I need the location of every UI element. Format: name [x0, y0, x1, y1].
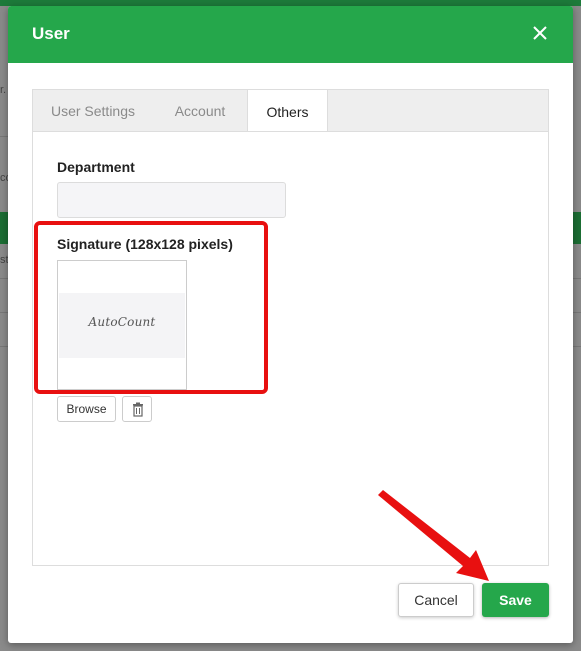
signature-handwriting: AutoCount: [88, 315, 156, 329]
tab-user-settings[interactable]: User Settings: [33, 90, 153, 133]
signature-label: Signature (128x128 pixels): [57, 236, 233, 252]
background-text: r.: [0, 84, 7, 96]
signature-image: AutoCount: [57, 260, 187, 390]
close-icon: [533, 26, 547, 40]
signature-preview: AutoCount: [59, 293, 185, 358]
background-divider: [573, 346, 581, 347]
tab-others[interactable]: Others: [247, 89, 328, 133]
tab-bar: User Settings Account Others: [32, 89, 549, 133]
background-divider: [0, 278, 8, 279]
background-divider: [0, 346, 8, 347]
department-label: Department: [57, 159, 135, 175]
browse-button[interactable]: Browse: [57, 396, 116, 422]
cancel-button[interactable]: Cancel: [398, 583, 474, 617]
department-input[interactable]: [57, 182, 286, 218]
background-divider: [0, 312, 8, 313]
close-button[interactable]: [527, 20, 553, 46]
save-button[interactable]: Save: [482, 583, 549, 617]
others-tab-panel: Department Signature (128x128 pixels) Au…: [32, 131, 549, 566]
trash-icon: [133, 402, 143, 417]
dialog-header: User: [8, 6, 573, 63]
background-divider: [573, 278, 581, 279]
delete-signature-button[interactable]: [122, 396, 152, 422]
background-divider: [573, 312, 581, 313]
tab-account[interactable]: Account: [153, 90, 247, 133]
user-dialog: User User Settings Account Others Depart…: [8, 6, 573, 643]
dialog-title: User: [32, 24, 70, 43]
background-divider: [0, 136, 8, 137]
